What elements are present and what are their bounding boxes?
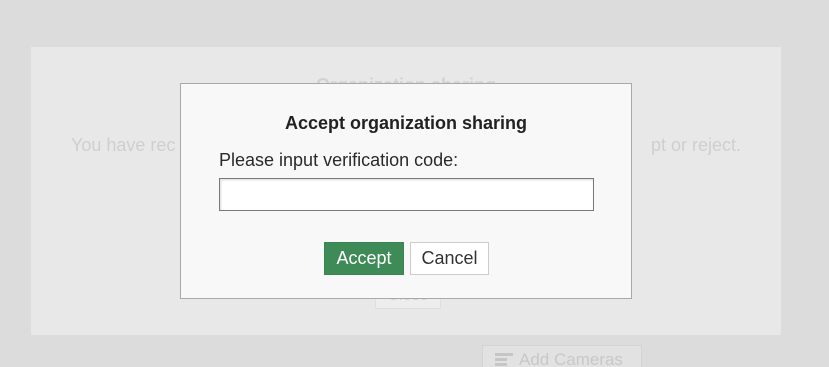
list-add-icon: [495, 353, 513, 367]
cancel-button[interactable]: Cancel: [410, 242, 489, 275]
add-cameras-button: Add Cameras: [482, 345, 642, 367]
verification-code-input[interactable]: [219, 178, 594, 211]
add-cameras-label: Add Cameras: [519, 350, 623, 367]
page: Organization sharing You have rec pt or …: [0, 0, 829, 367]
modal-title: Accept organization sharing: [284, 113, 528, 133]
accept-sharing-modal: Accept organization sharing Please input…: [180, 83, 632, 299]
verification-code-label: Please input verification code:: [219, 150, 459, 170]
accept-button[interactable]: Accept: [324, 242, 404, 275]
background-message-right: pt or reject.: [650, 135, 741, 155]
background-message-left: You have rec: [71, 135, 176, 155]
